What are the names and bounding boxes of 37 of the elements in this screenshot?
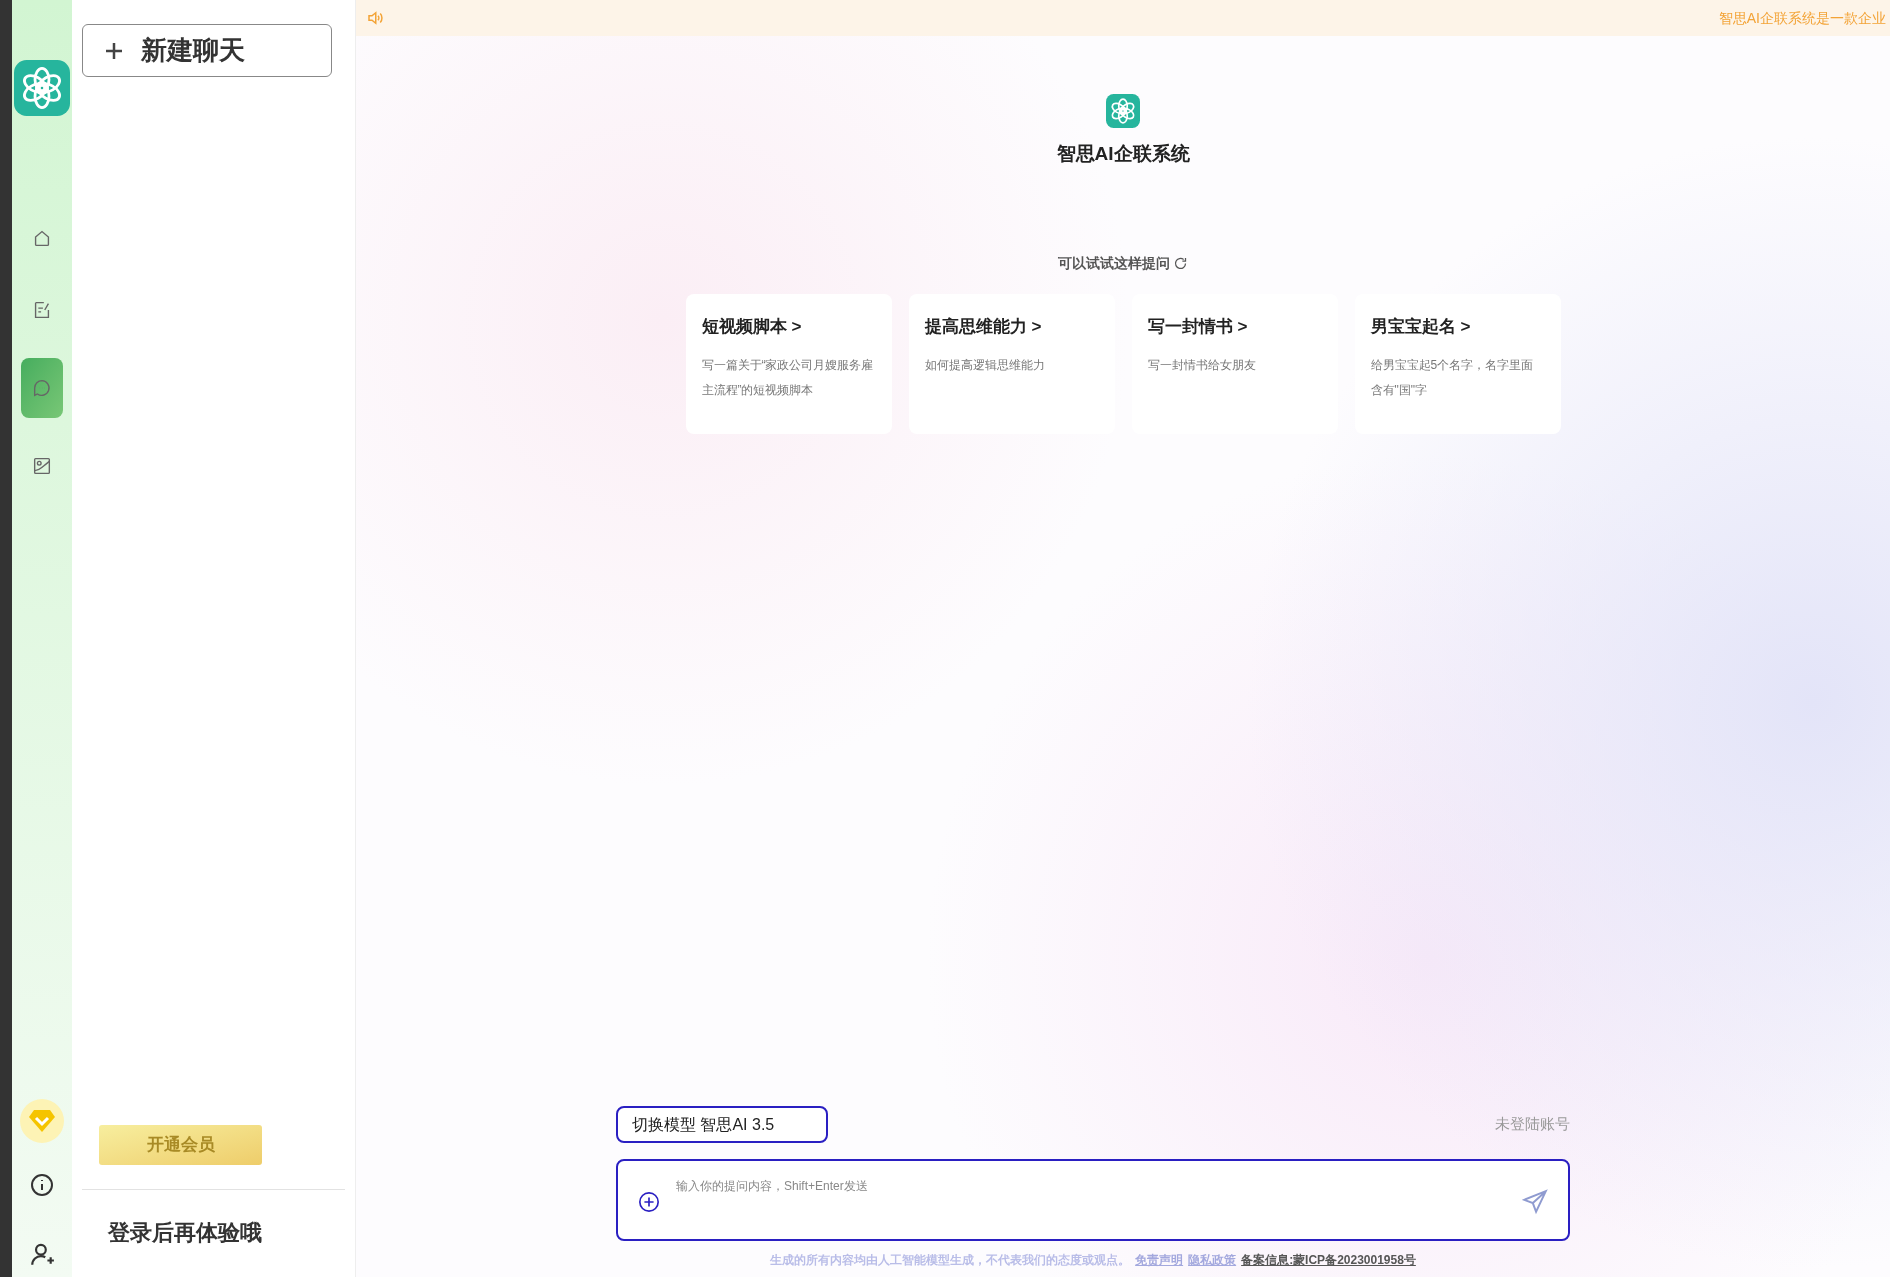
refresh-icon[interactable]	[1173, 255, 1188, 271]
speaker-icon	[366, 9, 384, 27]
suggestion-heading: 可以试试这样提问	[1058, 253, 1170, 273]
chevron-icon: >	[1031, 313, 1042, 339]
account-status: 未登陆账号	[1495, 1114, 1570, 1135]
card-text: 写一封情书给女朋友	[1147, 357, 1257, 374]
info-icon[interactable]	[30, 1173, 54, 1197]
logo-icon	[14, 60, 70, 116]
chevron-icon: >	[1460, 313, 1471, 339]
send-icon[interactable]	[1522, 1189, 1548, 1215]
card-title: 男宝宝起名	[1370, 315, 1456, 338]
user-icon[interactable]	[29, 1241, 55, 1267]
new-chat-button[interactable]: 新建聊天	[82, 24, 332, 77]
chevron-icon: >	[791, 313, 802, 339]
notice-text: 智思AI企联系统是一款企业	[1718, 8, 1886, 28]
card-text: 写一篇关于“家政公司月嫂服务雇主流程”的短视频脚本	[701, 357, 875, 399]
add-icon[interactable]	[638, 1191, 660, 1213]
card-text: 给男宝宝起5个名字，名字里面含有"国"字	[1370, 357, 1535, 399]
chat-icon	[31, 377, 53, 399]
card-title: 短视频脚本	[701, 315, 787, 338]
message-input[interactable]: 输入你的提问内容，Shift+Enter发送	[676, 1177, 1522, 1195]
chevron-icon: >	[1237, 313, 1248, 339]
card-text: 如何提高逻辑思维能力	[924, 357, 1046, 374]
suggestion-card[interactable]: 短视频脚本 > 写一篇关于“家政公司月嫂服务雇主流程”的短视频脚本	[685, 293, 892, 434]
logo-icon	[1106, 94, 1140, 128]
suggestion-card[interactable]: 男宝宝起名 > 给男宝宝起5个名字，名字里面含有"国"字	[1354, 293, 1561, 434]
image-icon	[31, 455, 53, 477]
footer-link[interactable]: 备案信息:蒙ICP备2023001958号	[1241, 1251, 1416, 1269]
app-title: 智思AI企联系统	[1056, 142, 1190, 166]
login-hint: 登录后再体验哦	[108, 1219, 263, 1247]
disclaimer-text: 生成的所有内容均由人工智能模型生成，不代表我们的态度或观点。	[770, 1252, 1131, 1269]
card-title: 写一封情书	[1147, 315, 1233, 338]
suggestion-card[interactable]: 提高思维能力 > 如何提高逻辑思维能力	[908, 293, 1115, 434]
plus-icon	[105, 41, 123, 60]
nav-item[interactable]	[21, 358, 63, 418]
card-title: 提高思维能力	[924, 315, 1027, 338]
model-switch-button[interactable]: 切换模型 智思AI 3.5	[616, 1106, 828, 1143]
